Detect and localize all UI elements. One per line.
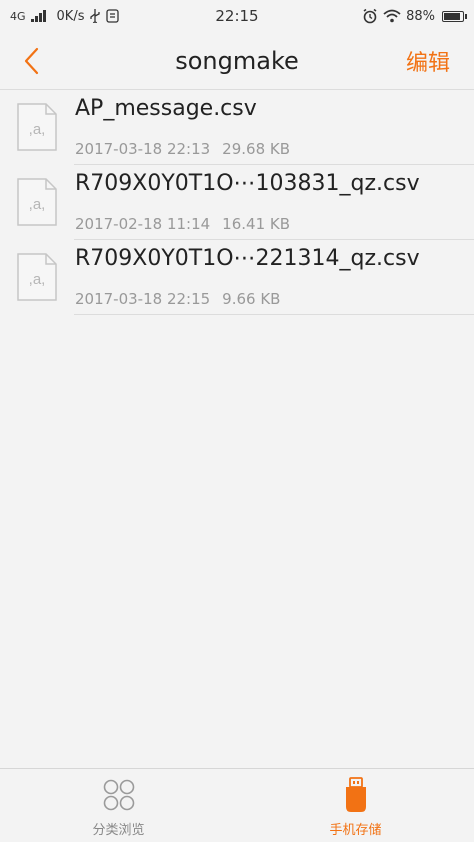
file-name: R709X0Y0T1O⋯221314_qz.csv [75, 246, 420, 271]
divider [74, 314, 474, 315]
file-list: ,a, AP_message.csv 2017-03-18 22:13 29.68… [0, 90, 474, 315]
page-title: songmake [175, 46, 299, 75]
debug-icon [106, 9, 120, 23]
status-bar: 4G 0K/s 22:15 88% [0, 0, 474, 32]
svg-text:,a,: ,a, [29, 196, 46, 213]
file-date: 2017-02-18 11:14 [75, 215, 211, 233]
back-button[interactable] [18, 46, 48, 76]
svg-text:,a,: ,a, [29, 271, 46, 288]
nav-categories[interactable]: 分类浏览 [0, 769, 237, 842]
network-type: 4G [10, 9, 26, 23]
edit-button[interactable]: 编辑 [406, 45, 450, 77]
battery-percent: 88% [406, 8, 435, 24]
file-meta: 2017-02-18 11:14 16.41 KB [75, 215, 290, 233]
csv-file-icon: ,a, [17, 103, 57, 151]
status-left: 4G 0K/s [10, 8, 120, 24]
file-meta: 2017-03-18 22:13 29.68 KB [75, 140, 290, 158]
file-size: 9.66 KB [222, 290, 281, 308]
file-date: 2017-03-18 22:15 [75, 290, 211, 308]
file-size: 16.41 KB [222, 215, 291, 233]
svg-text:,a,: ,a, [29, 121, 46, 138]
grid-circles-icon [103, 779, 134, 811]
file-name: R709X0Y0T1O⋯103831_qz.csv [75, 171, 420, 196]
battery-icon [442, 10, 467, 22]
file-item[interactable]: ,a, R709X0Y0T1O⋯221314_qz.csv 2017-03-18… [0, 240, 474, 315]
usb-icon [90, 9, 101, 23]
file-date: 2017-03-18 22:13 [75, 140, 211, 158]
file-meta: 2017-03-18 22:15 9.66 KB [75, 290, 280, 308]
app-header: songmake 编辑 [0, 32, 474, 90]
file-item[interactable]: ,a, R709X0Y0T1O⋯103831_qz.csv 2017-02-18… [0, 165, 474, 240]
file-item[interactable]: ,a, AP_message.csv 2017-03-18 22:13 29.68… [0, 90, 474, 165]
signal-icon [30, 10, 46, 22]
nav-categories-label: 分类浏览 [92, 823, 145, 838]
usb-drive-icon [345, 777, 366, 812]
nav-phone-storage[interactable]: 手机存储 [237, 769, 474, 842]
nav-phone-storage-label: 手机存储 [329, 823, 382, 838]
wifi-icon [383, 9, 401, 23]
status-right: 88% [362, 8, 467, 24]
csv-file-icon: ,a, [17, 253, 57, 301]
alarm-icon [363, 8, 377, 24]
network-speed: 0K/s [56, 8, 85, 24]
file-name: AP_message.csv [75, 96, 257, 121]
csv-file-icon: ,a, [17, 178, 57, 226]
chevron-left-icon [24, 47, 39, 75]
file-size: 29.68 KB [222, 140, 291, 158]
bottom-nav: 分类浏览 手机存储 [0, 768, 474, 842]
